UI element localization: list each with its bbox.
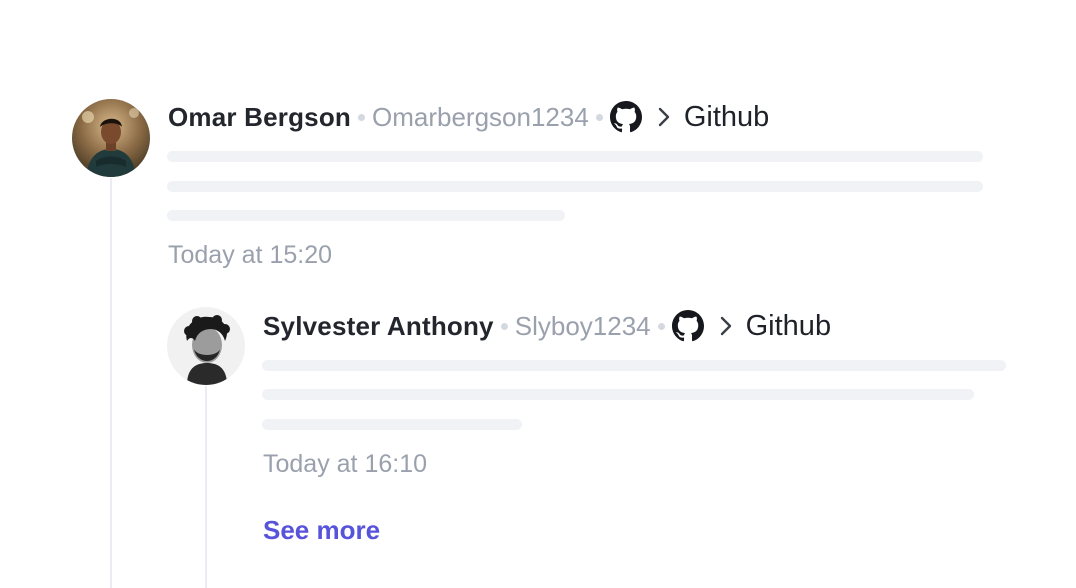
comment-header: Omar Bergson Omarbergson1234 Github (168, 97, 769, 137)
comment-header: Sylvester Anthony Slyboy1234 Github (263, 306, 831, 346)
skeleton-line (262, 389, 974, 400)
source-label[interactable]: Github (746, 310, 831, 343)
avatar-sylvester[interactable] (167, 307, 245, 385)
separator-dot (358, 113, 366, 121)
source-label[interactable]: Github (684, 101, 769, 134)
thread-line-main (110, 178, 112, 588)
chevron-right-icon (658, 107, 670, 127)
skeleton-line (167, 210, 565, 221)
separator-dot (657, 322, 665, 330)
skeleton-line (167, 181, 983, 192)
separator-dot (500, 322, 508, 330)
skeleton-line (167, 151, 983, 162)
comment-timestamp: Today at 16:10 (263, 450, 428, 478)
avatar-omar[interactable] (72, 99, 150, 177)
author-handle[interactable]: Omarbergson1234 (372, 102, 589, 133)
author-name[interactable]: Sylvester Anthony (263, 311, 494, 342)
comment-timestamp: Today at 15:20 (168, 241, 333, 269)
separator-dot (595, 113, 603, 121)
github-icon (671, 310, 704, 342)
thread-line-reply (205, 386, 207, 588)
skeleton-line (262, 419, 522, 430)
github-icon (609, 101, 642, 133)
author-name[interactable]: Omar Bergson (168, 102, 351, 133)
chevron-right-icon (720, 316, 732, 336)
author-handle[interactable]: Slyboy1234 (515, 311, 651, 342)
skeleton-line (262, 360, 1006, 371)
see-more-link[interactable]: See more (263, 515, 380, 546)
